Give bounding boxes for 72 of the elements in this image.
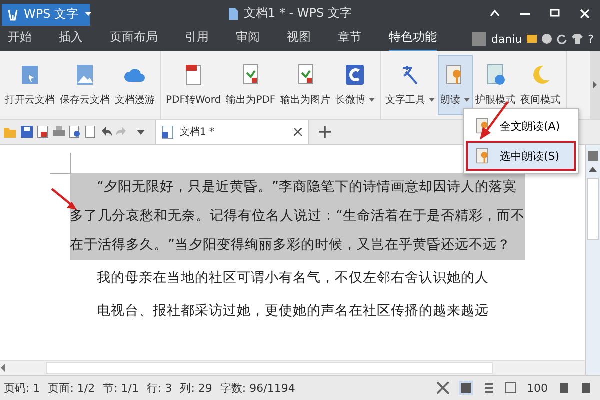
page-corner-mark (50, 153, 71, 174)
menu-item[interactable]: 选中朗读(S) (466, 141, 576, 171)
app-menu-button[interactable]: WPS 文字 (2, 4, 90, 26)
ribbon-button[interactable]: 打开云文档 (3, 55, 57, 115)
menu-tab[interactable]: 引用 (185, 26, 209, 52)
paragraph: 电视台、报社都采访过她，更使她的声名在社区传播的越来越远 (96, 302, 490, 321)
refresh-icon[interactable] (557, 34, 568, 44)
ribbon-icon (19, 63, 41, 87)
window-title: 文档1 * - WPS 文字 (244, 5, 352, 22)
paragraph: “夕阳无限好，只是近黄昏。”李商隐笔下的诗情画意却因诗人的落寞多了几分哀愁和无奈。记得有位名人说过：“生命活着在于是否精彩，而不在于活得多久。”当夕阳变得绚丽多彩的时候，又岂在乎黄昏还远不远？ (70, 173, 525, 260)
badge-icon[interactable] (542, 34, 552, 44)
scroll-up-icon[interactable] (589, 167, 597, 172)
ribbon-button[interactable]: 输出为图片 (278, 55, 333, 115)
caret-icon (428, 98, 435, 102)
status-field: 字数: 96/1194 (220, 380, 296, 396)
ribbon-icon (74, 63, 96, 87)
ribbon-button[interactable]: 夜间模式 (518, 55, 563, 115)
caret-icon (84, 12, 92, 17)
zoom-level[interactable]: 100 (527, 382, 548, 394)
undo-icon[interactable] (101, 127, 112, 137)
ribbon-button[interactable]: 文字工具 (384, 55, 437, 115)
menu-tab[interactable]: 页面布局 (110, 26, 158, 52)
add-tab-icon[interactable] (319, 126, 331, 138)
document-icon (228, 6, 240, 20)
pdf-export-icon[interactable] (37, 126, 49, 138)
avatar-icon[interactable] (472, 32, 486, 46)
document-tab[interactable]: 文档1 * (155, 120, 309, 144)
menu-tab[interactable]: 审阅 (236, 26, 260, 52)
zoom-out-icon[interactable] (558, 382, 570, 394)
page-preview-icon[interactable] (85, 126, 97, 138)
save-icon[interactable] (21, 126, 33, 138)
close-icon[interactable] (294, 128, 302, 136)
scroll-thumb[interactable] (46, 362, 493, 374)
mail-icon[interactable] (527, 35, 538, 43)
ribbon-button[interactable]: 长微博 (334, 55, 377, 115)
page-view-icon[interactable] (459, 381, 473, 395)
app-logo-icon (8, 8, 18, 20)
status-field: 行: 3 (147, 380, 172, 396)
fullscreen-icon[interactable] (437, 382, 449, 394)
status-field: 页面: 1/2 (48, 380, 96, 396)
caret-icon[interactable] (137, 130, 145, 134)
scroll-thumb[interactable] (587, 178, 599, 240)
print-icon[interactable] (53, 126, 65, 138)
print-preview-icon[interactable] (69, 126, 81, 138)
caret-icon (368, 98, 375, 102)
outline-view-icon[interactable] (483, 382, 495, 394)
status-field: 列: 29 (180, 380, 212, 396)
ribbon-icon (484, 63, 507, 87)
help-button[interactable]: ? (588, 32, 594, 46)
scroll-right-icon[interactable] (590, 51, 600, 119)
collapse-icon[interactable] (490, 8, 500, 16)
status-field: 页码: 1 (4, 380, 40, 396)
web-view-icon[interactable] (505, 382, 517, 394)
user-name[interactable]: daniu (491, 32, 522, 46)
ribbon-button[interactable]: 保存云文档 (58, 55, 112, 115)
menu-tab[interactable]: 章节 (338, 26, 362, 52)
ribbon-icon (344, 63, 366, 87)
menu-tab[interactable]: 视图 (287, 26, 311, 52)
ribbon-button[interactable]: PDF转Word (164, 55, 224, 115)
document-icon (162, 126, 174, 138)
shirt-icon[interactable] (572, 34, 584, 44)
ribbon-button[interactable]: 输出为PDF (224, 55, 278, 115)
zoom-in-icon[interactable] (580, 382, 592, 394)
maximize-icon[interactable] (550, 8, 560, 16)
menu-tab[interactable]: 开始 (8, 26, 32, 52)
scroll-left-icon[interactable] (0, 364, 6, 372)
ribbon-button[interactable]: 朗读 (438, 55, 473, 115)
caret-icon (464, 98, 470, 102)
paragraph: 我的母亲在当地的社区可谓小有名气，不仅左邻右舍认识她的人 (96, 269, 490, 288)
status-field: 节: 1/1 (103, 380, 140, 396)
menu-tab[interactable]: 插入 (59, 26, 83, 52)
ribbon-button[interactable]: 文档漫游 (113, 55, 157, 115)
